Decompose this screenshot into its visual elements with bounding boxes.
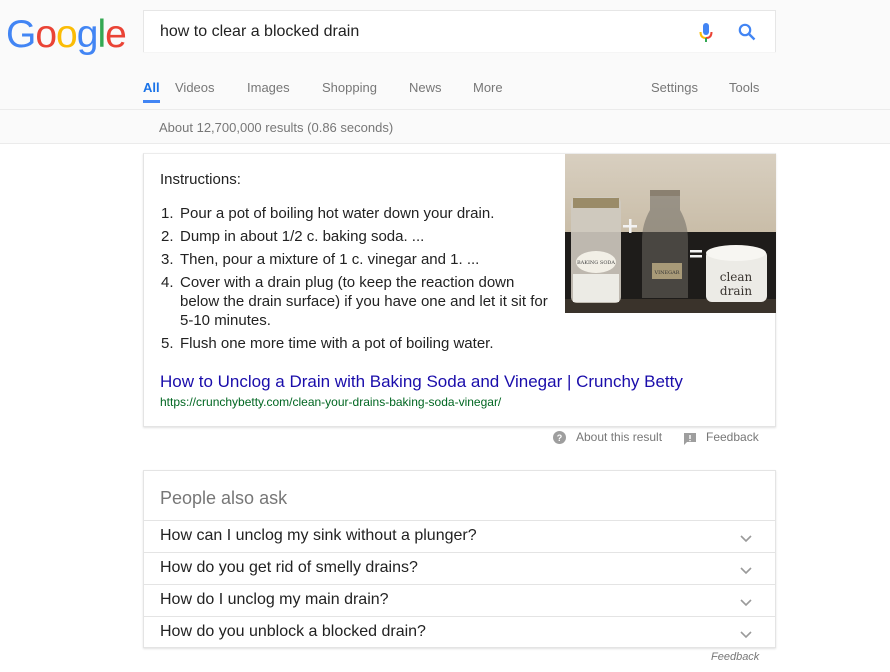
people-also-ask: People also ask How can I unclog my sink… bbox=[143, 470, 776, 648]
paa-heading: People also ask bbox=[160, 488, 288, 508]
featured-snippet: Instructions: 1. Pour a pot of boiling ho… bbox=[143, 153, 776, 427]
paa-question[interactable]: How do you unblock a blocked drain? bbox=[144, 616, 775, 648]
help-circle-icon[interactable]: ? bbox=[553, 431, 566, 449]
chevron-down-icon[interactable] bbox=[740, 562, 752, 580]
snippet-image[interactable]: clean drain BAKING SODA VINEGAR bbox=[565, 154, 776, 313]
tab-settings[interactable]: Settings bbox=[651, 80, 698, 95]
jar-label: BAKING SODA bbox=[577, 260, 615, 266]
result-url: https://crunchybetty.com/clean-your-drai… bbox=[160, 395, 502, 409]
bottle-label: VINEGAR bbox=[654, 270, 680, 276]
instruction-list: 1. Pour a pot of boiling hot water down y… bbox=[160, 204, 550, 357]
chevron-down-icon[interactable] bbox=[740, 594, 752, 612]
step-text: Then, pour a mixture of 1 c. vinegar and… bbox=[180, 251, 480, 268]
bowl-label-1: clean bbox=[720, 270, 753, 284]
about-this-result-link[interactable]: About this result bbox=[576, 430, 662, 444]
step-number: 4. bbox=[161, 274, 174, 291]
step-number: 3. bbox=[161, 251, 174, 268]
question-text: How do you unblock a blocked drain? bbox=[160, 623, 426, 640]
tab-videos[interactable]: Videos bbox=[175, 80, 215, 95]
step-text: Cover with a drain plug (to keep the rea… bbox=[180, 274, 548, 329]
chevron-down-icon[interactable] bbox=[740, 530, 752, 548]
header: Google All Videos Images Shopping News M… bbox=[0, 0, 890, 144]
step-number: 2. bbox=[161, 228, 174, 245]
bowl-label-2: drain bbox=[720, 284, 752, 298]
tab-images[interactable]: Images bbox=[247, 80, 290, 95]
tab-tools[interactable]: Tools bbox=[729, 80, 759, 95]
logo-letter: o bbox=[35, 13, 57, 56]
svg-text:?: ? bbox=[557, 433, 563, 443]
chevron-down-icon[interactable] bbox=[740, 626, 752, 644]
step-number: 5. bbox=[161, 335, 174, 352]
logo-letter: g bbox=[76, 13, 99, 56]
search-box bbox=[143, 10, 776, 52]
tab-news[interactable]: News bbox=[409, 80, 442, 95]
search-icon[interactable] bbox=[738, 23, 756, 46]
search-input[interactable] bbox=[160, 21, 680, 43]
step-text: Dump in about 1/2 c. baking soda. ... bbox=[180, 228, 425, 245]
tab-more[interactable]: More bbox=[473, 80, 503, 95]
logo-letter: G bbox=[6, 13, 36, 56]
tab-all[interactable]: All bbox=[143, 80, 160, 103]
feedback-icon[interactable] bbox=[684, 432, 696, 450]
question-text: How can I unclog my sink without a plung… bbox=[160, 527, 477, 544]
result-stats: About 12,700,000 results (0.86 seconds) bbox=[159, 120, 394, 135]
logo-letter: o bbox=[56, 13, 78, 56]
snippet-heading: Instructions: bbox=[160, 171, 241, 188]
search-tabs: All Videos Images Shopping News More Set… bbox=[0, 76, 890, 110]
list-item: 1. Pour a pot of boiling hot water down y… bbox=[160, 204, 550, 223]
logo-letter: e bbox=[105, 13, 127, 56]
logo-letter: l bbox=[97, 13, 106, 56]
list-item: 4. Cover with a drain plug (to keep the r… bbox=[160, 273, 550, 330]
paa-question[interactable]: How do I unclog my main drain? bbox=[144, 584, 775, 616]
paa-feedback-link[interactable]: Feedback bbox=[711, 651, 759, 663]
question-text: How do I unclog my main drain? bbox=[160, 591, 389, 608]
step-number: 1. bbox=[161, 205, 174, 222]
step-text: Pour a pot of boiling hot water down you… bbox=[180, 205, 495, 222]
tab-shopping[interactable]: Shopping bbox=[322, 80, 377, 95]
microphone-icon[interactable] bbox=[699, 23, 713, 48]
paa-question[interactable]: How do you get rid of smelly drains? bbox=[144, 552, 775, 584]
step-text: Flush one more time with a pot of boilin… bbox=[180, 335, 494, 352]
question-text: How do you get rid of smelly drains? bbox=[160, 559, 418, 576]
list-item: 5. Flush one more time with a pot of boil… bbox=[160, 334, 550, 353]
feedback-link[interactable]: Feedback bbox=[706, 430, 759, 444]
google-logo[interactable]: Google bbox=[6, 13, 127, 57]
paa-question[interactable]: How can I unclog my sink without a plung… bbox=[144, 520, 775, 552]
list-item: 2. Dump in about 1/2 c. baking soda. ... bbox=[160, 227, 550, 246]
list-item: 3. Then, pour a mixture of 1 c. vinegar a… bbox=[160, 250, 550, 269]
result-title-link[interactable]: How to Unclog a Drain with Baking Soda a… bbox=[160, 372, 683, 392]
